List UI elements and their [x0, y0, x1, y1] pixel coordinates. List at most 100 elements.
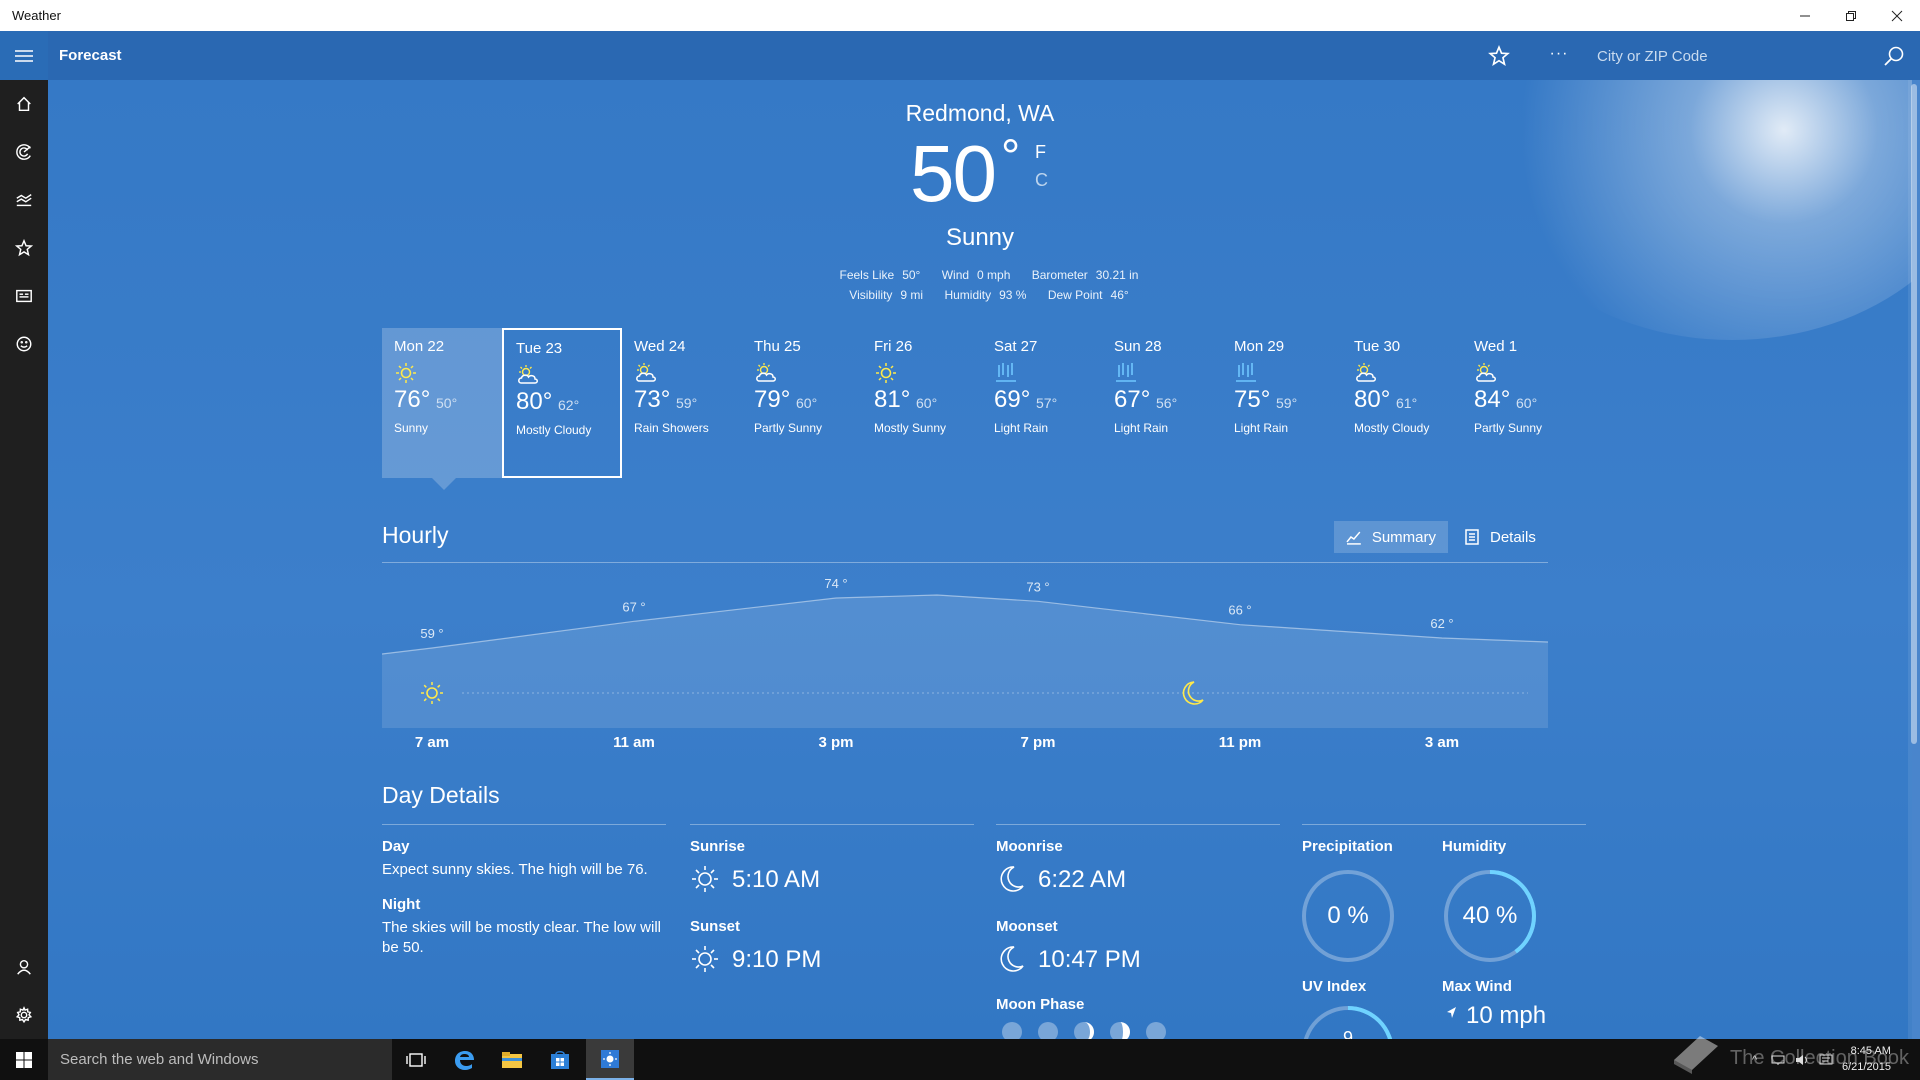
day-high: 76°	[394, 386, 431, 413]
nav-historical[interactable]	[0, 176, 48, 224]
notifications-icon[interactable]	[1819, 1054, 1833, 1066]
day-forecast-fri-26[interactable]: Fri 26 81° 60° Mostly Sunny	[862, 328, 982, 478]
search-input[interactable]	[1591, 38, 1871, 74]
taskbar-clock[interactable]: 8:45 AM 6/21/2015	[1842, 1043, 1891, 1075]
task-view-button[interactable]	[392, 1039, 440, 1080]
vertical-scrollbar[interactable]	[1908, 80, 1920, 1039]
edge-browser-button[interactable]	[440, 1039, 488, 1080]
windows-logo-icon	[16, 1051, 32, 1068]
details-button[interactable]: Details	[1452, 521, 1550, 553]
precipitation-label: Precipitation	[1302, 838, 1393, 855]
hour-label: 7 pm	[1020, 734, 1056, 751]
day-forecast-wed-24[interactable]: Wed 24 73° 59° Rain Showers	[622, 328, 742, 478]
day-low: 61°	[1396, 395, 1418, 411]
scrollbar-thumb[interactable]	[1911, 84, 1917, 744]
sunset-value: 9:10 PM	[732, 946, 822, 973]
summary-button[interactable]: Summary	[1334, 521, 1448, 553]
day-low: 60°	[916, 395, 938, 411]
day-high: 79°	[754, 386, 791, 413]
dew-point-label: Dew Point	[1047, 288, 1103, 302]
app-header: Forecast ···	[0, 31, 1920, 80]
hourly-temp-label: 67 °	[622, 599, 645, 614]
day-forecast-tue-23[interactable]: Tue 23 80° 62° Mostly Cloudy	[502, 328, 622, 478]
nav-forecast[interactable]	[0, 80, 48, 128]
taskbar-search-input[interactable]	[48, 1039, 392, 1080]
day-condition: Partly Sunny	[1474, 421, 1543, 435]
day-label: Day	[382, 838, 410, 855]
nav-maps[interactable]	[0, 128, 48, 176]
feels-like-value: 50°	[902, 268, 921, 282]
day-forecast-mon-29[interactable]: Mon 29 75° 59° Light Rain	[1222, 328, 1342, 478]
day-condition: Sunny	[394, 421, 429, 435]
day-forecast-sun-28[interactable]: Sun 28 67° 56° Light Rain	[1102, 328, 1222, 478]
hourly-title: Hourly	[382, 522, 449, 548]
day-name: Mon 22	[394, 338, 445, 355]
hourly-chart: 59 ° 67 ° 74 ° 73 ° 66 ° 62 °	[382, 576, 1548, 728]
close-button[interactable]	[1874, 0, 1920, 31]
nav-feedback[interactable]	[0, 320, 48, 368]
add-favorite-button[interactable]	[1484, 41, 1514, 71]
rain-icon	[1114, 362, 1138, 384]
minimize-button[interactable]	[1782, 0, 1828, 31]
day-details-rule-2	[690, 824, 974, 825]
day-high: 75°	[1234, 386, 1271, 413]
nav-settings[interactable]	[0, 991, 48, 1039]
dew-point-value: 46°	[1110, 288, 1129, 302]
day-forecast-thu-25[interactable]: Thu 25 79° 60° Partly Sunny	[742, 328, 862, 478]
day-text: Expect sunny skies. The high will be 76.	[382, 861, 648, 878]
barometer-value: 30.21 in	[1095, 268, 1139, 282]
clock-time: 8:45 AM	[1850, 1045, 1891, 1057]
hourly-temp-label: 74 °	[824, 576, 847, 591]
day-high: 67°	[1114, 386, 1151, 413]
forecast-panel: Redmond, WA 50 ° F C Sunny Feels Like 50° …	[48, 80, 1912, 1039]
search-icon	[1884, 46, 1904, 66]
unit-celsius[interactable]: C	[1035, 170, 1048, 191]
star-icon	[15, 239, 33, 257]
day-name: Sun 28	[1114, 338, 1162, 355]
search-button[interactable]	[1878, 41, 1910, 71]
hour-label: 3 pm	[818, 734, 854, 751]
day-forecast-sat-27[interactable]: Sat 27 69° 57° Light Rain	[982, 328, 1102, 478]
day-high: 69°	[994, 386, 1031, 413]
file-explorer-button[interactable]	[488, 1039, 536, 1080]
network-icon[interactable]	[1771, 1054, 1785, 1066]
location-name: Redmond, WA	[905, 100, 1055, 126]
watermark-book-logo	[1674, 1036, 1718, 1074]
day-details-rule-4	[1302, 824, 1586, 825]
cloud-sun-icon	[634, 362, 658, 384]
night-label: Night	[382, 896, 421, 913]
details-label: Details	[1490, 528, 1536, 546]
volume-icon[interactable]	[1795, 1054, 1809, 1066]
store-button[interactable]	[536, 1039, 584, 1080]
degree-symbol: °	[1000, 131, 1020, 184]
day-name: Tue 23	[516, 340, 563, 357]
nav-account[interactable]	[0, 943, 48, 991]
nav-places[interactable]	[0, 224, 48, 272]
day-forecast-wed-1[interactable]: Wed 1 84° 60° Partly Sunny	[1462, 328, 1582, 478]
day-high: 81°	[874, 386, 911, 413]
hamburger-button[interactable]	[0, 31, 48, 80]
line-chart-icon	[1346, 531, 1361, 545]
start-button[interactable]	[0, 1039, 48, 1080]
hourly-divider	[382, 562, 1548, 563]
weather-app-button[interactable]	[586, 1039, 634, 1080]
chevron-up-icon[interactable]: ^	[1752, 1054, 1757, 1066]
more-button[interactable]: ···	[1544, 41, 1574, 71]
home-icon	[17, 96, 31, 112]
day-forecast-mon-22[interactable]: Mon 22 76° 50° Sunny	[382, 328, 502, 490]
restore-button[interactable]	[1828, 0, 1874, 31]
day-name: Sat 27	[994, 338, 1038, 355]
hamburger-icon	[15, 49, 33, 62]
nav-news[interactable]	[0, 272, 48, 320]
sunset-icon	[692, 946, 718, 972]
day-name: Thu 25	[754, 338, 801, 355]
day-name: Wed 1	[1474, 338, 1518, 355]
moonrise-value: 6:22 AM	[1038, 866, 1127, 893]
day-forecast-tue-30[interactable]: Tue 30 80° 61° Mostly Cloudy	[1342, 328, 1462, 478]
unit-fahrenheit[interactable]: F	[1035, 142, 1046, 163]
hourly-temp-label: 73 °	[1026, 579, 1049, 594]
day-details-title: Day Details	[382, 782, 500, 808]
day-name: Fri 26	[874, 338, 913, 355]
smiley-icon	[16, 336, 32, 352]
hour-label: 3 am	[1424, 734, 1460, 751]
